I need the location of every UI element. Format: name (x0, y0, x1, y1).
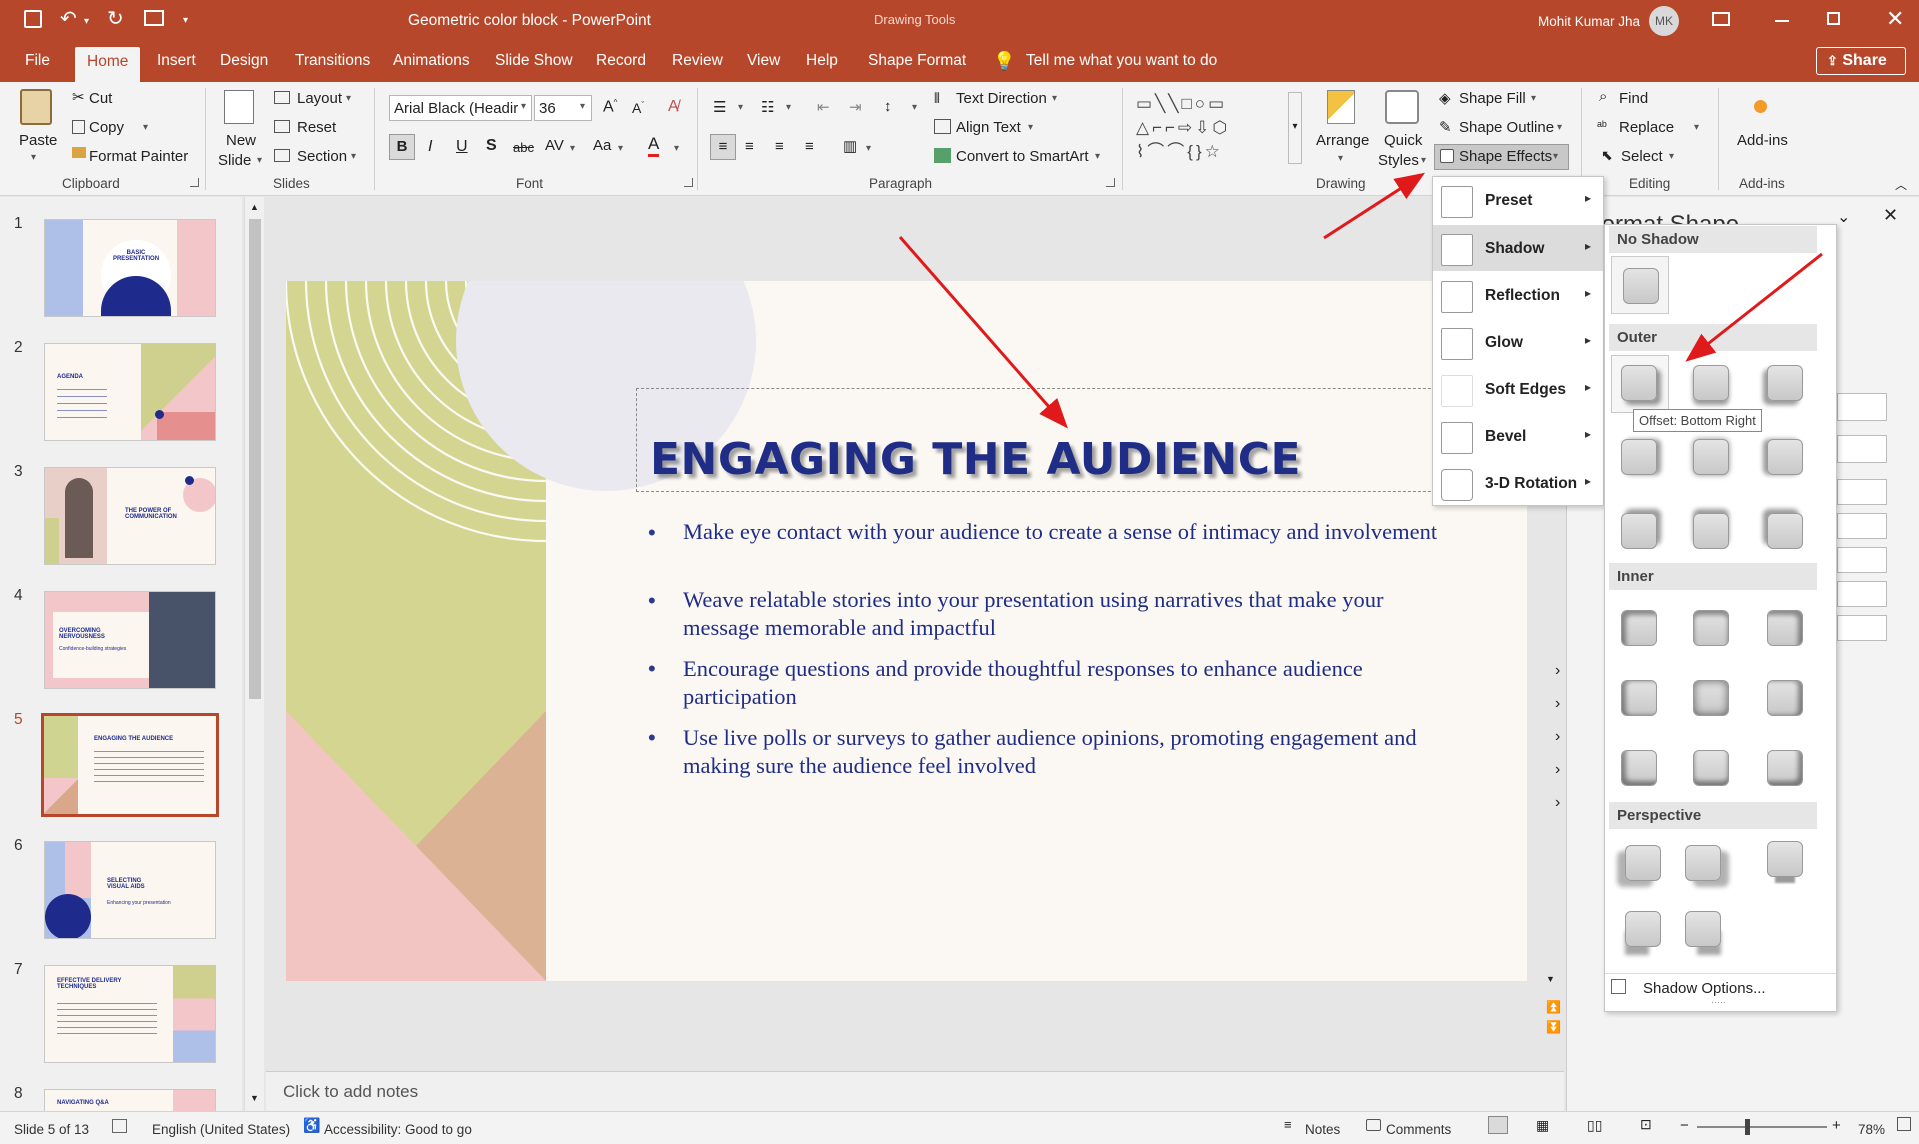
zoom-out-icon[interactable]: − (1680, 1117, 1689, 1134)
arrow-to-title (898, 236, 1068, 429)
slide-sorter-icon[interactable]: ▦ (1536, 1117, 1549, 1134)
zoom-slider[interactable] (1697, 1119, 1827, 1135)
language-indicator[interactable]: English (United States) (152, 1122, 290, 1137)
notes-icon[interactable]: ≡ (1284, 1117, 1292, 1132)
comments-button[interactable]: Comments (1386, 1122, 1451, 1137)
zoom-slider-thumb[interactable] (1745, 1119, 1750, 1135)
accessibility-icon[interactable]: ♿ (303, 1117, 320, 1134)
spelling-check-icon[interactable] (112, 1119, 127, 1133)
reading-view-icon[interactable]: ▯▯ (1587, 1117, 1602, 1134)
normal-view-icon[interactable] (1488, 1116, 1508, 1134)
slide-count: Slide 5 of 13 (14, 1122, 90, 1137)
zoom-level[interactable]: 78% (1858, 1122, 1885, 1137)
slide-show-icon[interactable]: ⊡ (1640, 1116, 1652, 1133)
accessibility-status[interactable]: Accessibility: Good to go (324, 1122, 472, 1137)
arrow-to-outer-shadow (1685, 252, 1823, 362)
annotation-arrows (898, 172, 1823, 429)
arrow-to-shape-effects (1323, 172, 1426, 240)
comments-icon[interactable] (1366, 1119, 1381, 1131)
fit-to-window-icon[interactable] (1897, 1117, 1911, 1131)
notes-button[interactable]: Notes (1305, 1122, 1340, 1137)
zoom-in-icon[interactable]: + (1832, 1117, 1841, 1134)
